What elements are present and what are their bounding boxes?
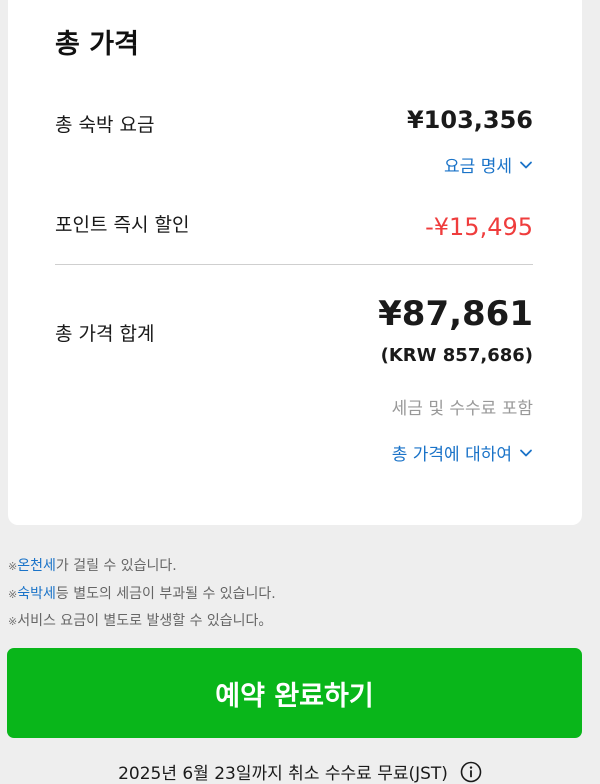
total-label: 총 가격 합계 [55, 323, 155, 345]
rate-details-label: 요금 명세 [444, 157, 512, 177]
free-cancellation-note: 2025년 6월 23일까지 취소 수수료 무료(JST) [0, 759, 600, 784]
complete-booking-button[interactable]: 예약 완료하기 [7, 648, 582, 738]
points-discount-label: 포인트 즉시 할인 [55, 214, 190, 236]
divider [55, 264, 533, 265]
rate-details-link[interactable]: 요금 명세 [444, 152, 533, 177]
note-item: ※온천세가 걸릴 수 있습니다. [8, 553, 276, 581]
total-value: ¥87,861 [378, 294, 533, 334]
note-text: 등 별도의 세금이 부과될 수 있습니다. [55, 585, 276, 602]
hot-spring-tax-link[interactable]: 온천세 [17, 558, 56, 574]
section-title: 총 가격 [55, 29, 139, 60]
price-summary-card: 총 가격 총 숙박 요금 ¥103,356 요금 명세 포인트 즉시 할인 -¥… [8, 0, 582, 525]
chevron-down-icon [520, 449, 532, 456]
chevron-down-icon [520, 161, 532, 168]
notes-list: ※온천세가 걸릴 수 있습니다. ※숙박세등 별도의 세금이 부과될 수 있습니… [8, 553, 276, 636]
tax-included-note: 세금 및 수수료 포함 [391, 399, 533, 419]
room-rate-label: 총 숙박 요금 [55, 114, 155, 136]
about-total-link[interactable]: 총 가격에 대하여 [392, 440, 533, 465]
info-icon[interactable] [460, 761, 482, 783]
about-total-label: 총 가격에 대하여 [391, 445, 512, 465]
total-krw-value: (KRW 857,686) [380, 345, 533, 366]
room-rate-value: ¥103,356 [406, 106, 533, 134]
note-item: ※숙박세등 별도의 세금이 부과될 수 있습니다. [8, 581, 276, 609]
note-mark: ※ [8, 587, 18, 601]
accommodation-tax-link[interactable]: 숙박세 [17, 586, 56, 602]
note-item: ※서비스 요금이 별도로 발생할 수 있습니다。 [8, 608, 276, 636]
points-discount-value: -¥15,495 [425, 213, 533, 241]
note-text: 서비스 요금이 별도로 발생할 수 있습니다。 [17, 613, 273, 629]
note-mark: ※ [8, 560, 18, 573]
cancellation-text: 2025년 6월 23일까지 취소 수수료 무료(JST) [118, 764, 448, 784]
note-text: 가 걸릴 수 있습니다. [55, 558, 177, 574]
note-mark: ※ [8, 615, 18, 628]
